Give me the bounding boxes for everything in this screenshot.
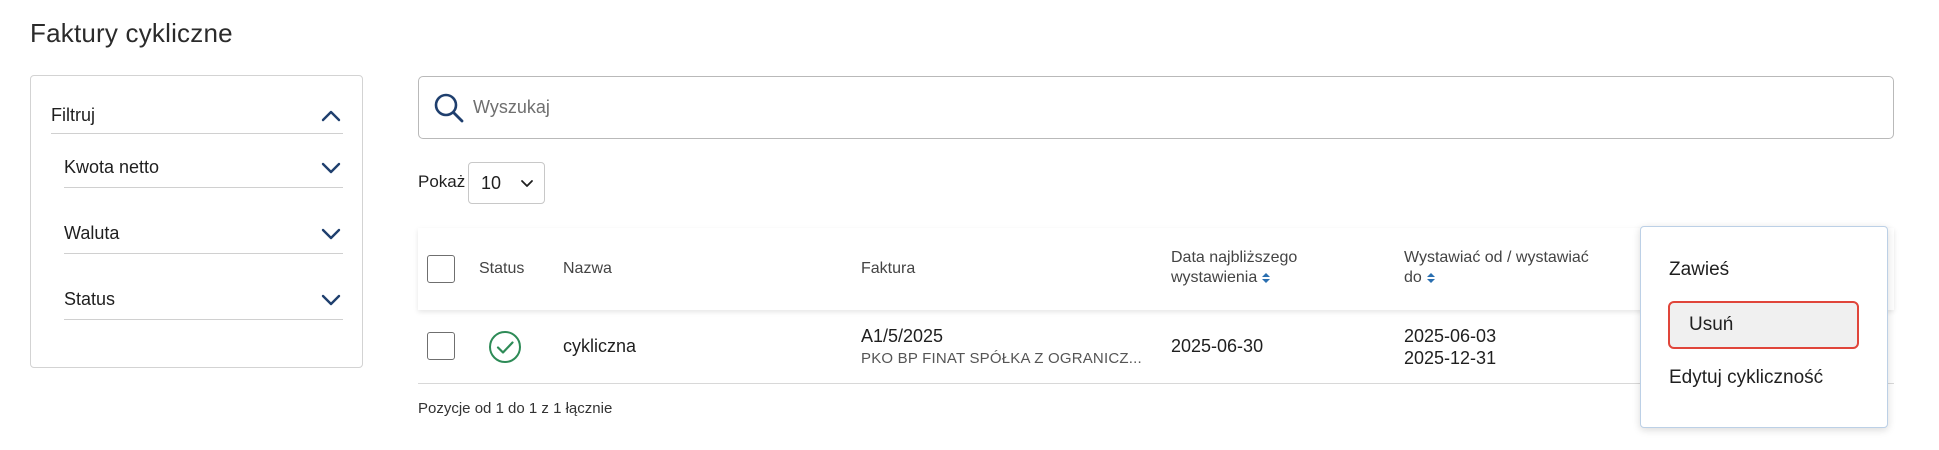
- filter-panel: Filtruj Kwota netto Waluta Status: [30, 75, 363, 368]
- column-header-status[interactable]: Status: [479, 259, 524, 279]
- page: Faktury cykliczne Filtruj Kwota netto Wa…: [0, 0, 1939, 450]
- column-header-range-line1: Wystawiać od / wystawiać: [1404, 249, 1589, 266]
- chevron-down-icon: [319, 288, 343, 312]
- column-header-next-date-line2: wystawienia: [1171, 269, 1258, 286]
- row-name: cykliczna: [563, 336, 637, 356]
- row-next-date: 2025-06-30: [1171, 336, 1264, 356]
- row-invoice-company: PKO BP FINAT SPÓŁKA Z OGRANICZ...: [861, 350, 1142, 367]
- filter-item-status[interactable]: Status: [64, 280, 343, 320]
- menu-item-edit-recurrence[interactable]: Edytuj cykliczność: [1669, 367, 1823, 389]
- row-to-date: 2025-12-31: [1404, 348, 1497, 368]
- row-actions-menu: Zawieś Usuń Edytuj cykliczność: [1640, 226, 1888, 428]
- sort-icon[interactable]: [1261, 272, 1271, 284]
- column-header-next-date[interactable]: Data najbliższego wystawienia: [1171, 248, 1297, 288]
- column-header-range[interactable]: Wystawiać od / wystawiać do: [1404, 248, 1589, 288]
- column-header-invoice[interactable]: Faktura: [861, 259, 915, 279]
- chevron-down-icon: [520, 176, 534, 190]
- filter-toggle[interactable]: Filtruj: [51, 98, 343, 134]
- chevron-up-icon: [319, 104, 343, 128]
- page-title: Faktury cykliczne: [30, 18, 233, 48]
- filter-item-waluta[interactable]: Waluta: [64, 214, 343, 254]
- filter-item-label: Kwota netto: [64, 157, 160, 177]
- row-invoice-number[interactable]: A1/5/2025: [861, 326, 943, 347]
- row-checkbox[interactable]: [427, 332, 455, 360]
- column-header-name[interactable]: Nazwa: [563, 259, 612, 279]
- search-input[interactable]: [473, 87, 1893, 128]
- page-size-label: Pokaż: [418, 172, 466, 191]
- column-header-range-line2: do: [1404, 269, 1422, 286]
- select-all-checkbox[interactable]: [427, 255, 455, 283]
- menu-item-suspend[interactable]: Zawieś: [1669, 259, 1729, 281]
- column-header-next-date-line1: Data najbliższego: [1171, 249, 1298, 266]
- pagination-info: Pozycje od 1 do 1 z 1 łącznie: [418, 400, 613, 417]
- filter-item-label: Status: [64, 289, 116, 309]
- chevron-down-icon: [319, 156, 343, 180]
- status-active-icon: [488, 330, 522, 364]
- search-icon[interactable]: [431, 90, 467, 126]
- row-from-date: 2025-06-03: [1404, 326, 1497, 346]
- page-size-select[interactable]: 10: [468, 162, 545, 204]
- sort-icon[interactable]: [1426, 272, 1436, 284]
- page-size-value: 10: [481, 172, 502, 193]
- chevron-down-icon: [319, 222, 343, 246]
- menu-item-delete[interactable]: Usuń: [1668, 301, 1859, 349]
- filter-item-kwota-netto[interactable]: Kwota netto: [64, 148, 343, 188]
- filter-item-label: Waluta: [64, 223, 120, 243]
- search-box: [418, 76, 1894, 139]
- filter-label: Filtruj: [51, 105, 95, 125]
